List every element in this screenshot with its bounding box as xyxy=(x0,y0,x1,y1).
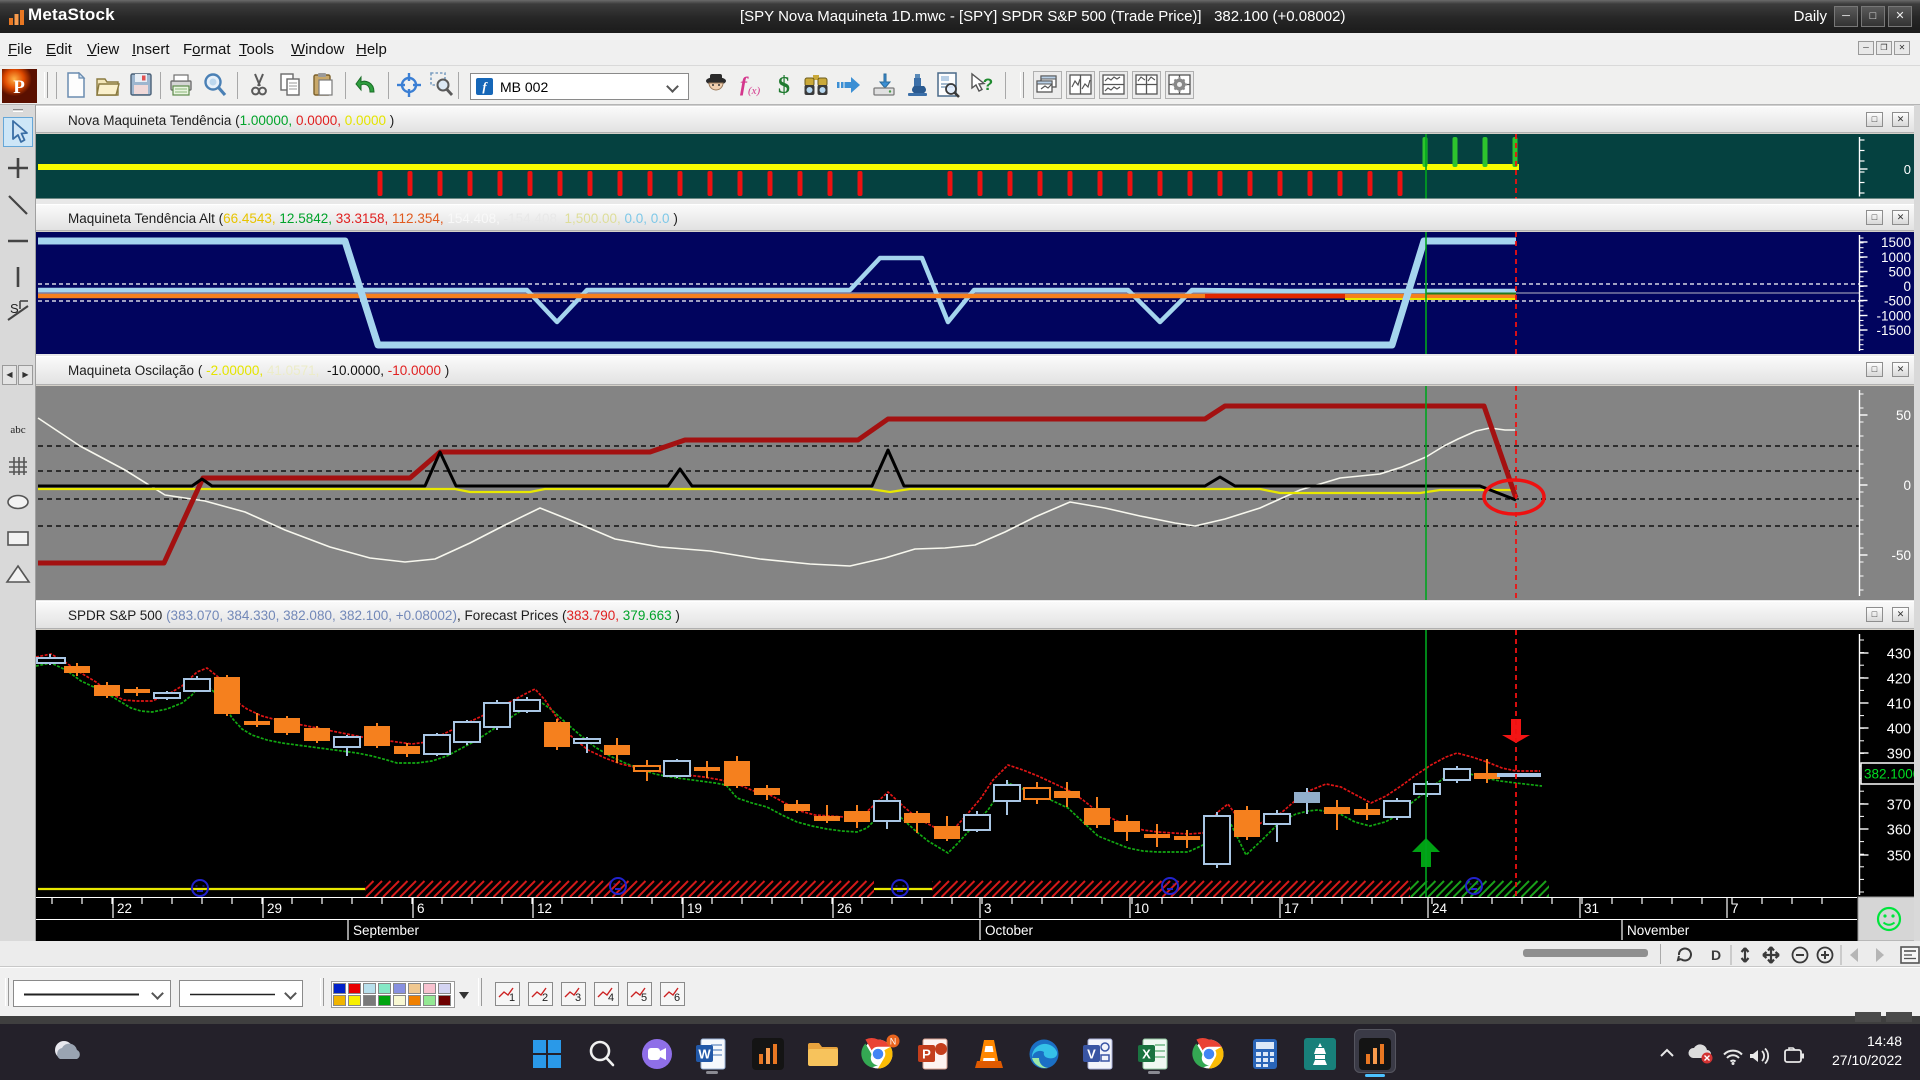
svg-text:0: 0 xyxy=(1904,162,1911,177)
svg-text:22: 22 xyxy=(117,901,132,916)
svg-text:-1000: -1000 xyxy=(1876,309,1911,324)
svg-text:1000: 1000 xyxy=(1881,250,1911,265)
svg-text:1: 1 xyxy=(509,992,515,1004)
svg-text:W: W xyxy=(698,1047,711,1062)
svg-text:1500: 1500 xyxy=(1881,235,1911,250)
svg-text:0: 0 xyxy=(1903,478,1911,493)
svg-text:0: 0 xyxy=(1903,279,1911,294)
svg-text:D: D xyxy=(1711,947,1721,963)
svg-text:360: 360 xyxy=(1887,823,1911,839)
svg-text:X: X xyxy=(1142,1047,1151,1062)
svg-text:420: 420 xyxy=(1887,672,1911,688)
svg-text:-50: -50 xyxy=(1891,548,1911,563)
svg-text:370: 370 xyxy=(1887,798,1911,814)
svg-text:V: V xyxy=(1087,1047,1096,1062)
svg-text:500: 500 xyxy=(1888,265,1911,280)
svg-text:382.1000: 382.1000 xyxy=(1864,767,1920,782)
svg-text:10: 10 xyxy=(1134,901,1149,916)
svg-text:26: 26 xyxy=(837,901,852,916)
svg-text:6: 6 xyxy=(417,901,425,916)
svg-text:October: October xyxy=(985,923,1034,938)
svg-text:400: 400 xyxy=(1887,722,1911,738)
svg-text:3: 3 xyxy=(575,992,581,1004)
svg-text:6: 6 xyxy=(674,992,680,1004)
svg-text:24: 24 xyxy=(1432,901,1448,916)
svg-text:5: 5 xyxy=(641,992,647,1004)
svg-text:-500: -500 xyxy=(1884,294,1911,309)
svg-text:410: 410 xyxy=(1887,697,1911,713)
svg-text:2: 2 xyxy=(542,992,548,1004)
svg-text:350: 350 xyxy=(1887,849,1911,865)
svg-text:S: S xyxy=(10,301,19,316)
svg-text:September: September xyxy=(353,923,420,938)
svg-text:3: 3 xyxy=(984,901,992,916)
svg-text:17: 17 xyxy=(1284,901,1299,916)
svg-text:50: 50 xyxy=(1896,408,1911,423)
svg-text:N: N xyxy=(890,1037,897,1047)
svg-text:12: 12 xyxy=(537,901,552,916)
svg-text:430: 430 xyxy=(1887,647,1911,663)
svg-text:390: 390 xyxy=(1887,747,1911,763)
svg-text:4: 4 xyxy=(608,992,614,1004)
svg-text:29: 29 xyxy=(267,901,282,916)
svg-text:November: November xyxy=(1627,923,1690,938)
svg-text:19: 19 xyxy=(687,901,702,916)
svg-text:7: 7 xyxy=(1731,901,1739,916)
svg-text:31: 31 xyxy=(1584,901,1599,916)
svg-text:-1500: -1500 xyxy=(1876,323,1911,338)
svg-text:P: P xyxy=(922,1047,931,1062)
